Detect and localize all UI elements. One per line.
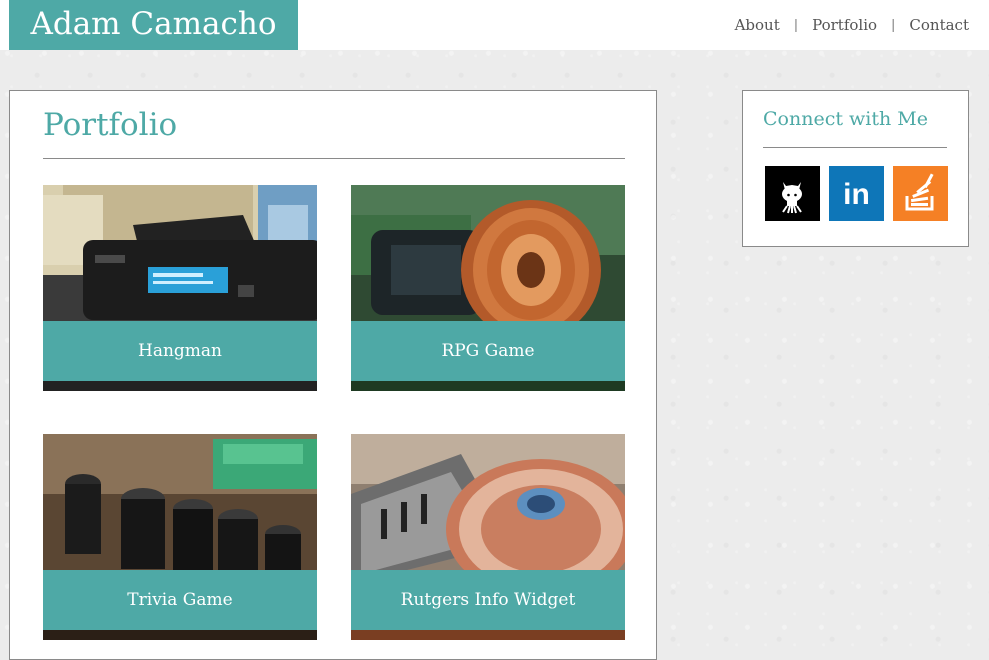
portfolio-panel: Portfolio Hangman RPG Game Trivia Game R… [9,90,657,660]
title-divider [43,158,625,159]
nav-contact-link[interactable]: Contact [909,16,969,34]
nav-separator: | [793,17,799,33]
portfolio-item-label: Hangman [43,321,317,381]
github-link[interactable] [765,166,820,221]
portfolio-title: Portfolio [43,107,178,143]
github-icon [765,166,820,221]
portfolio-item-label: Rutgers Info Widget [351,570,625,630]
connect-divider [763,147,947,148]
connect-panel: Connect with Me in [742,90,969,247]
portfolio-item-rpg-game[interactable]: RPG Game [351,185,625,391]
portfolio-item-label: RPG Game [351,321,625,381]
linkedin-glyph: in [843,178,870,211]
stackoverflow-icon [893,166,948,221]
nav-about-link[interactable]: About [735,16,780,34]
nav-separator: | [891,17,896,33]
site-brand[interactable]: Adam Camacho [9,0,298,50]
stackoverflow-link[interactable] [893,166,948,221]
portfolio-item-trivia-game[interactable]: Trivia Game [43,434,317,640]
linkedin-link[interactable]: in [829,166,884,221]
portfolio-item-hangman[interactable]: Hangman [43,185,317,391]
site-header: Adam Camacho About | Portfolio | Contact [0,0,989,50]
linkedin-icon: in [829,166,884,221]
nav-portfolio-link[interactable]: Portfolio [812,16,877,34]
portfolio-item-label: Trivia Game [43,570,317,630]
portfolio-item-rutgers-info-widget[interactable]: Rutgers Info Widget [351,434,625,640]
connect-title: Connect with Me [763,108,928,130]
main-nav: About | Portfolio | Contact [735,0,969,50]
